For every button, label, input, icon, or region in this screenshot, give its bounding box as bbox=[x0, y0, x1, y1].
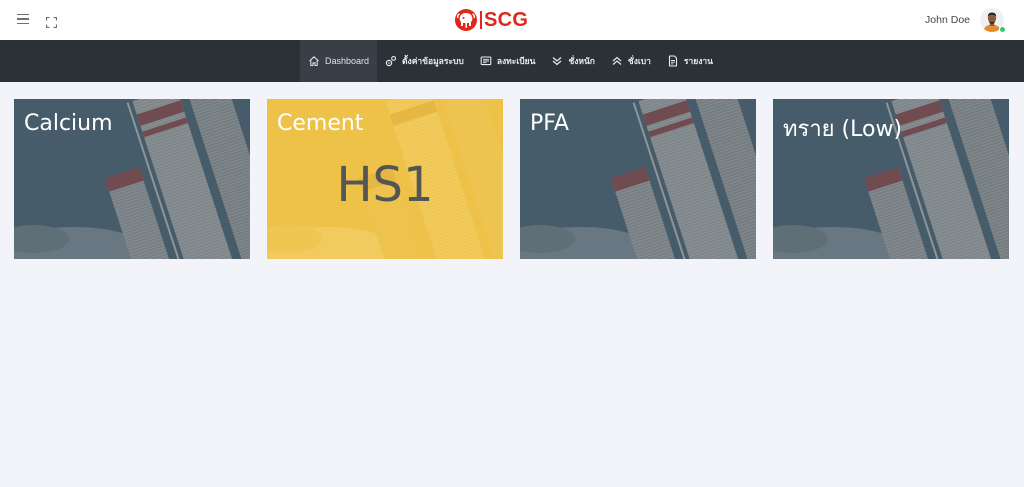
online-status-dot bbox=[999, 26, 1006, 33]
nav-item-label: ตั้งค่าข้อมูลระบบ bbox=[402, 56, 464, 66]
double-chevron-down-icon bbox=[553, 57, 562, 66]
nav-item-weigh-heavy[interactable]: ชั่งหนัก bbox=[543, 40, 602, 82]
brand-name: SCG bbox=[484, 8, 529, 31]
nav-item-label: รายงาน bbox=[683, 56, 713, 66]
settings-icon bbox=[385, 55, 397, 67]
nav-item-label: ลงทะเบียน bbox=[496, 56, 536, 66]
hamburger-icon[interactable] bbox=[17, 14, 29, 24]
card-value: HS1 bbox=[336, 157, 434, 213]
brand-logo[interactable]: SCG bbox=[455, 8, 528, 32]
main-nav: Dashboard ตั้งค่าข้อมูลระบบ ลงทะเบียน ชั… bbox=[300, 40, 721, 82]
top-bar: SCG John Doe bbox=[0, 0, 1024, 40]
card-title: Cement bbox=[277, 111, 364, 136]
avatar[interactable] bbox=[980, 8, 1006, 33]
nav-item-weigh-light[interactable]: ชั่งเบา bbox=[603, 40, 659, 82]
elephant-logo-icon bbox=[455, 9, 477, 31]
nav-item-label: Dashboard bbox=[325, 56, 370, 66]
card-pfa[interactable]: PFA bbox=[520, 99, 756, 259]
nav-item-dashboard[interactable]: Dashboard bbox=[300, 40, 378, 82]
user-name: John Doe bbox=[925, 14, 970, 26]
nav-item-settings[interactable]: ตั้งค่าข้อมูลระบบ bbox=[377, 40, 472, 82]
card-cement[interactable]: Cement HS1 bbox=[267, 99, 503, 259]
main-navbar: Dashboard ตั้งค่าข้อมูลระบบ ลงทะเบียน ชั… bbox=[0, 40, 1024, 82]
logo-divider bbox=[480, 11, 482, 29]
user-menu[interactable]: John Doe bbox=[925, 8, 1006, 33]
card-title: ทราย (Low) bbox=[783, 117, 903, 142]
card-calcium[interactable]: Calcium bbox=[14, 99, 250, 259]
home-icon bbox=[309, 56, 319, 67]
nav-item-label: ชั่งหนัก bbox=[568, 56, 595, 66]
register-icon bbox=[480, 56, 492, 66]
double-chevron-up-icon bbox=[612, 56, 622, 65]
report-icon bbox=[668, 55, 677, 67]
card-title: PFA bbox=[530, 111, 569, 136]
fullscreen-icon[interactable] bbox=[45, 13, 58, 29]
card-sand-low[interactable]: ทราย (Low) bbox=[773, 99, 1009, 259]
nav-item-report[interactable]: รายงาน bbox=[659, 40, 721, 82]
nav-item-label: ชั่งเบา bbox=[627, 56, 651, 66]
card-title: Calcium bbox=[24, 111, 113, 136]
nav-item-register[interactable]: ลงทะเบียน bbox=[472, 40, 544, 82]
